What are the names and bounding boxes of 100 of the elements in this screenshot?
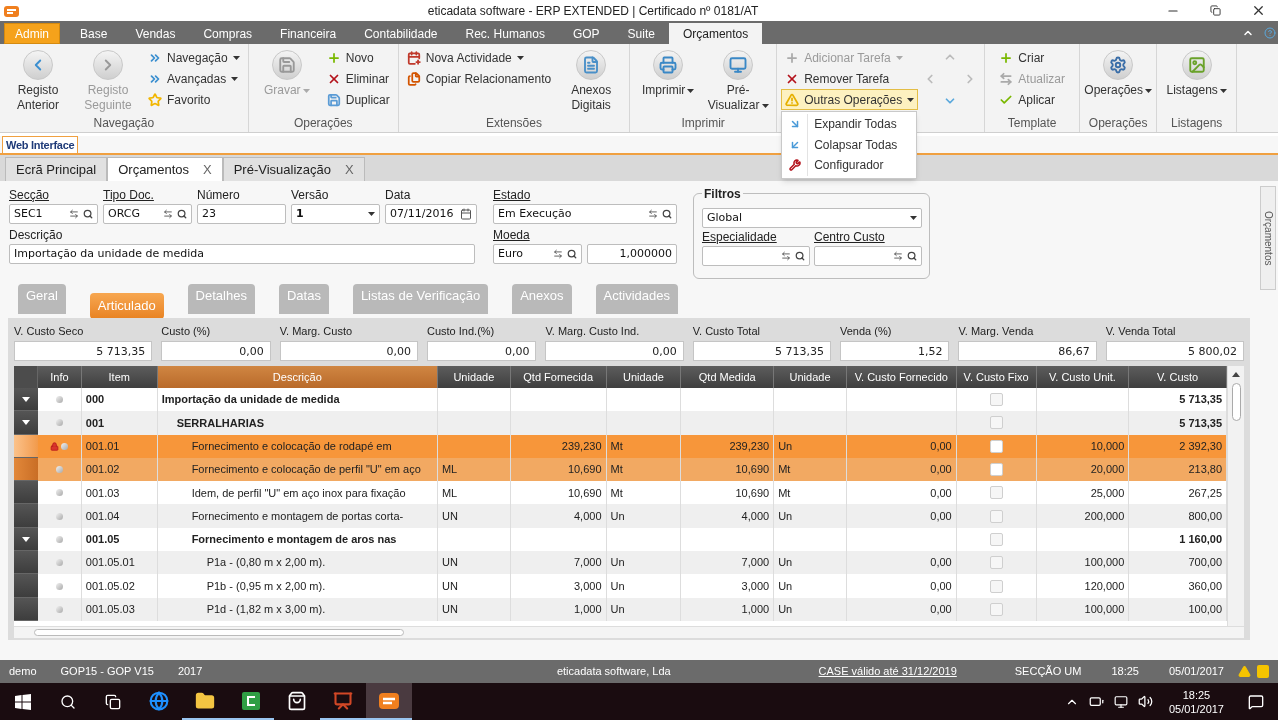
total-field[interactable]: 0,00: [279, 341, 418, 361]
app-logo-icon[interactable]: [378, 690, 400, 711]
app-tile-icon[interactable]: [241, 690, 261, 711]
calendar-icon[interactable]: [460, 208, 472, 220]
checkbox[interactable]: [989, 416, 1003, 430]
checkbox[interactable]: [989, 393, 1003, 407]
ribbon-button[interactable]: Avançadas: [144, 68, 243, 89]
column-header[interactable]: Item: [81, 366, 158, 388]
column-header[interactable]: Unidade: [774, 366, 847, 388]
scrollbar-thumb[interactable]: [1231, 383, 1241, 421]
search-icon[interactable]: [907, 251, 917, 261]
web-interface-tab[interactable]: Web Interface: [2, 136, 79, 153]
volume-icon[interactable]: [1137, 694, 1153, 709]
presentation-icon[interactable]: [333, 690, 353, 711]
total-field[interactable]: 0,00: [161, 341, 271, 361]
ribbon-button[interactable]: Duplicar: [322, 89, 394, 110]
input-field[interactable]: Importação da unidade de medida: [9, 244, 475, 264]
column-header[interactable]: Qtd Medida: [681, 366, 775, 388]
folder-icon[interactable]: [195, 690, 215, 711]
checkbox[interactable]: [989, 579, 1003, 593]
menu-tab[interactable]: Orçamentos: [668, 23, 763, 44]
search-icon[interactable]: [567, 249, 577, 259]
column-header[interactable]: Unidade: [437, 366, 511, 388]
table-row[interactable]: 001.05.02 P1b - (0,95 m x 2,00 m). UN 3,000 Un 3,000 Un 0,00 120,000 360,00: [14, 574, 1228, 598]
swap-icon[interactable]: [781, 251, 791, 261]
swap-icon[interactable]: [553, 249, 563, 259]
menu-item[interactable]: Configurador: [782, 155, 917, 176]
scroll-up-icon[interactable]: [1232, 372, 1240, 377]
column-header[interactable]: V. Custo: [1129, 366, 1228, 388]
column-header[interactable]: Qtd Fornecida: [510, 366, 607, 388]
restore-icon[interactable]: [1210, 5, 1221, 16]
document-tab[interactable]: Orçamentos X: [107, 157, 223, 181]
input-field[interactable]: Euro: [493, 244, 582, 264]
menu-tab[interactable]: Compras: [193, 23, 263, 44]
ribbon-button[interactable]: Eliminar: [322, 68, 394, 89]
column-header[interactable]: V. Custo Fornecido: [846, 366, 957, 388]
table-row[interactable]: 001.05 Fornecimento e montagem de aros nas 1 160,00: [14, 527, 1228, 552]
network-icon[interactable]: [1113, 694, 1128, 709]
ribbon-button[interactable]: Imprimir: [634, 46, 703, 114]
table-row[interactable]: 001.01 Fornecimento e colocação de rodapé em 239,230 Mt 239,230 Un 0,00 10,000 2 392,30: [14, 434, 1228, 458]
column-header[interactable]: V. Custo Unit.: [1036, 366, 1130, 388]
close-icon[interactable]: [1251, 3, 1266, 18]
checkbox[interactable]: [989, 602, 1003, 616]
menu-item[interactable]: Expandir Todas: [782, 114, 917, 135]
ribbon-button[interactable]: Novo: [322, 47, 378, 68]
column-header[interactable]: Unidade: [606, 366, 682, 388]
total-field[interactable]: 5 713,35: [14, 341, 153, 361]
table-row[interactable]: 001.05.01 P1a - (0,80 m x 2,00 m). UN 7,000 Un 7,000 Un 0,00 100,000 700,00: [14, 551, 1228, 575]
column-header[interactable]: V. Custo Fixo: [956, 366, 1037, 388]
table-row[interactable]: 001.03 Idem, de perfil "U" em aço inox para fixação ML 10,690 Mt 10,690 Mt 0,00 25,000 267,25: [14, 481, 1228, 505]
checkbox[interactable]: [989, 532, 1003, 546]
search-icon[interactable]: [60, 693, 76, 710]
ribbon-button[interactable]: Navegação: [144, 47, 244, 68]
ribbon-button[interactable]: Outras Operações: [781, 89, 919, 110]
ribbon-button[interactable]: Remover Tarefa: [781, 68, 894, 89]
ribbon-button[interactable]: Registo Anterior: [4, 46, 72, 114]
menu-tab[interactable]: Contabilidade: [354, 23, 448, 44]
checkbox[interactable]: [989, 486, 1003, 500]
menu-tab[interactable]: Rec. Humanos: [455, 23, 555, 44]
ribbon-button[interactable]: Favorito: [144, 89, 215, 110]
input-field[interactable]: [814, 246, 922, 266]
ribbon-button[interactable]: Anexos Digitais: [557, 46, 626, 114]
menu-tab[interactable]: Financeira: [270, 23, 347, 44]
checkbox[interactable]: [989, 509, 1003, 523]
input-field[interactable]: 23: [197, 204, 286, 224]
vertical-scrollbar[interactable]: [1227, 366, 1244, 626]
menu-tab[interactable]: GOP: [562, 23, 610, 44]
taskbar-app[interactable]: [366, 683, 412, 720]
table-row[interactable]: 001.02 Fornecimento e colocação de perfil "U" em aço ML 10,690 Mt 10,690 Mt 0,00 20,000 213,80: [14, 457, 1228, 482]
total-field[interactable]: 5 800,02: [1105, 341, 1244, 361]
scrollbar-thumb[interactable]: [34, 629, 404, 636]
menu-tab[interactable]: Base: [70, 23, 118, 44]
document-tab[interactable]: Pré-Visualização X: [222, 157, 365, 181]
side-panel-tab[interactable]: Orçamentos: [1260, 186, 1276, 290]
horizontal-scrollbar[interactable]: [14, 626, 1244, 638]
swap-icon[interactable]: [163, 209, 173, 219]
license-link[interactable]: CASE válido até 31/12/2019: [818, 663, 957, 680]
input-field[interactable]: 1: [291, 204, 380, 224]
clock[interactable]: 18:25 05/01/2017: [1162, 687, 1230, 716]
ribbon-button[interactable]: Pré-Visualizar: [704, 46, 773, 114]
total-field[interactable]: 86,67: [958, 341, 1097, 361]
ribbon-button[interactable]: Copiar Relacionamento: [402, 68, 556, 89]
battery-icon[interactable]: [1088, 694, 1104, 709]
menu-tab[interactable]: Vendas: [125, 23, 186, 44]
ribbon-button[interactable]: Listagens: [1162, 46, 1231, 114]
input-field[interactable]: [702, 246, 810, 266]
total-field[interactable]: 0,00: [545, 341, 684, 361]
input-field[interactable]: 1,000000: [587, 244, 677, 264]
search-icon[interactable]: [662, 209, 672, 219]
swap-icon[interactable]: [69, 209, 79, 219]
browser-icon[interactable]: [149, 690, 169, 711]
warning-icon[interactable]: [1238, 665, 1251, 678]
table-row[interactable]: 001.04 Fornecimento e montagem de portas corta- UN 4,000 Un 4,000 Un 0,00 200,000 800,00: [14, 504, 1228, 528]
checkbox[interactable]: [989, 556, 1003, 570]
input-field[interactable]: ORCG: [103, 204, 192, 224]
shopping-bag-icon[interactable]: [287, 690, 307, 711]
total-field[interactable]: 5 713,35: [692, 341, 831, 361]
table-row[interactable]: 001 SERRALHARIAS 5 713,35: [14, 411, 1228, 435]
menu-tab[interactable]: Suite: [617, 23, 665, 44]
total-field[interactable]: 1,52: [840, 341, 950, 361]
